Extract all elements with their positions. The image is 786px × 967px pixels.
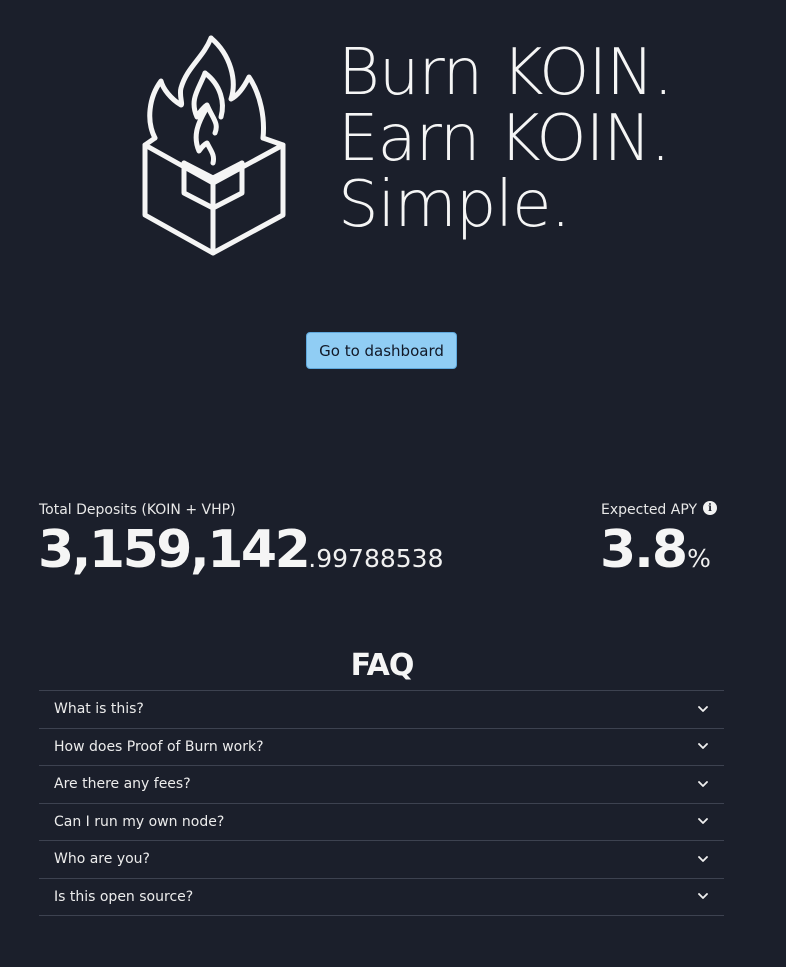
faq-item[interactable]: Is this open source?: [39, 879, 724, 916]
hero-line-3: Simple.: [338, 168, 571, 242]
faq-item[interactable]: How does Proof of Burn work?: [39, 729, 724, 766]
go-to-dashboard-button[interactable]: Go to dashboard: [306, 332, 457, 369]
total-deposits-decimal: .99788538: [308, 544, 444, 573]
faq-question: Can I run my own node?: [54, 813, 225, 830]
faq-question: Is this open source?: [54, 888, 194, 905]
burning-box-logo: [142, 35, 286, 256]
info-icon[interactable]: i: [703, 501, 718, 515]
hero-headline: Burn KOIN. Earn KOIN. Simple.: [338, 40, 673, 238]
expected-apy-header: Expected APY i: [601, 501, 718, 518]
faq-item[interactable]: Are there any fees?: [39, 766, 724, 804]
chevron-down-icon: [698, 705, 708, 712]
faq-question: Are there any fees?: [54, 776, 191, 793]
chevron-down-icon: [698, 855, 708, 862]
faq-item[interactable]: What is this?: [39, 691, 724, 729]
hero-line-1: Burn KOIN.: [338, 36, 673, 110]
hero-line-2: Earn KOIN.: [338, 102, 671, 176]
faq-item[interactable]: Can I run my own node?: [39, 804, 724, 841]
chevron-down-icon: [698, 743, 708, 750]
expected-apy-unit: %: [687, 544, 711, 573]
expected-apy-number: 3.8: [600, 520, 688, 580]
chevron-down-icon: [698, 893, 708, 900]
total-deposits-label: Total Deposits (KOIN + VHP): [39, 502, 236, 518]
chevron-down-icon: [698, 818, 708, 825]
faq-list: What is this? How does Proof of Burn wor…: [39, 690, 724, 916]
faq-question: How does Proof of Burn work?: [54, 738, 264, 755]
faq-item[interactable]: Who are you?: [39, 841, 724, 879]
faq-question: Who are you?: [54, 851, 150, 868]
total-deposits-integer: 3,159,142: [38, 520, 311, 580]
faq-title: FAQ: [350, 648, 415, 683]
faq-question: What is this?: [54, 701, 144, 718]
expected-apy-value: 3.8 %: [600, 520, 711, 580]
chevron-down-icon: [698, 780, 708, 787]
expected-apy-label: Expected APY: [601, 502, 698, 518]
page: Burn KOIN. Earn KOIN. Simple. Go to dash…: [0, 0, 786, 967]
total-deposits-value: 3,159,142 .99788538: [38, 520, 443, 580]
